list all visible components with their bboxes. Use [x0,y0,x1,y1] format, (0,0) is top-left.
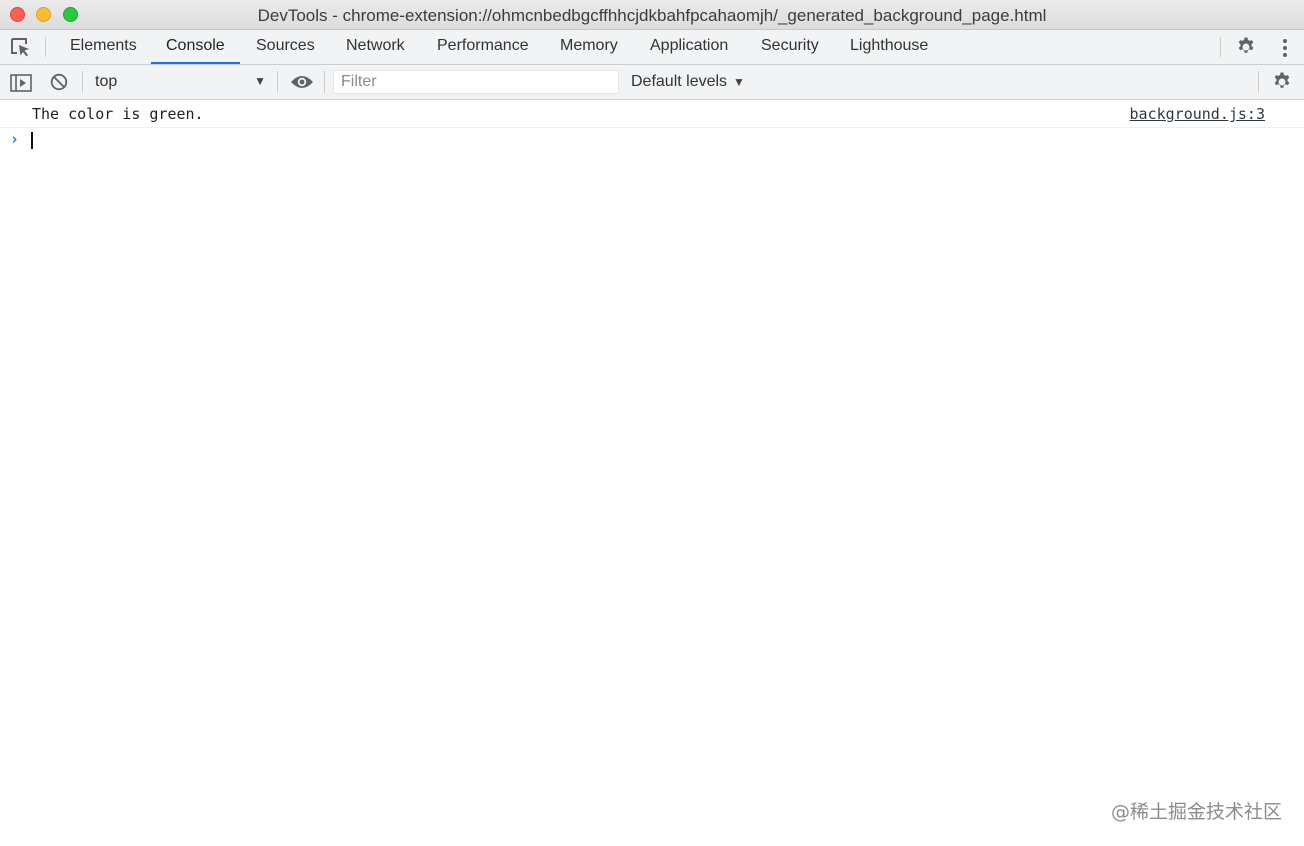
window-title: DevTools - chrome-extension://ohmcnbedbg… [257,6,1047,25]
toolbar-divider [1220,37,1221,57]
text-caret [31,132,33,149]
chevron-down-icon: ▼ [254,74,266,88]
tab-lighthouse[interactable]: Lighthouse [850,30,928,64]
chevron-down-icon: ▼ [733,75,745,89]
toolbar-divider [277,71,278,93]
tab-elements[interactable]: Elements [70,30,137,64]
tab-security[interactable]: Security [761,30,819,64]
clear-console-icon[interactable] [50,73,68,96]
console-message-source-link[interactable]: background.js:3 [1130,105,1265,123]
show-sidebar-icon[interactable] [10,74,32,97]
toolbar-divider [324,71,325,93]
panel-tab-bar: Elements Console Sources Network Perform… [0,30,1304,65]
tab-console[interactable]: Console [151,30,240,64]
devtools-window: DevTools - chrome-extension://ohmcnbedbg… [0,0,1304,846]
console-output: The color is green. background.js:3 › [0,100,1304,846]
console-message-text: The color is green. [32,105,204,123]
console-prompt[interactable]: › [0,129,1304,151]
console-message-row: The color is green. background.js:3 [0,100,1304,128]
watermark: @稀土掘金技术社区 [1110,801,1282,823]
context-select[interactable]: top ▼ [95,65,270,99]
toolbar-divider [1258,71,1259,93]
tab-memory[interactable]: Memory [560,30,618,64]
toolbar-divider [45,37,46,57]
kebab-menu-icon[interactable] [1282,38,1288,58]
log-levels-dropdown[interactable]: Default levels ▼ [631,65,745,99]
title-bar: DevTools - chrome-extension://ohmcnbedbg… [0,0,1304,30]
log-levels-label: Default levels [631,73,728,90]
tab-network[interactable]: Network [346,30,405,64]
console-input[interactable] [31,130,1271,150]
tab-sources[interactable]: Sources [256,30,315,64]
gear-icon[interactable] [1236,37,1256,57]
context-select-value: top [95,73,118,90]
inspect-element-icon[interactable] [9,36,33,58]
filter-input[interactable] [333,70,619,94]
gear-icon[interactable] [1272,72,1292,92]
prompt-chevron-icon: › [10,130,20,148]
eye-icon[interactable] [290,74,314,95]
tab-performance[interactable]: Performance [437,30,529,64]
console-toolbar: top ▼ Default levels ▼ [0,65,1304,100]
toolbar-divider [82,71,83,93]
tab-application[interactable]: Application [650,30,728,64]
